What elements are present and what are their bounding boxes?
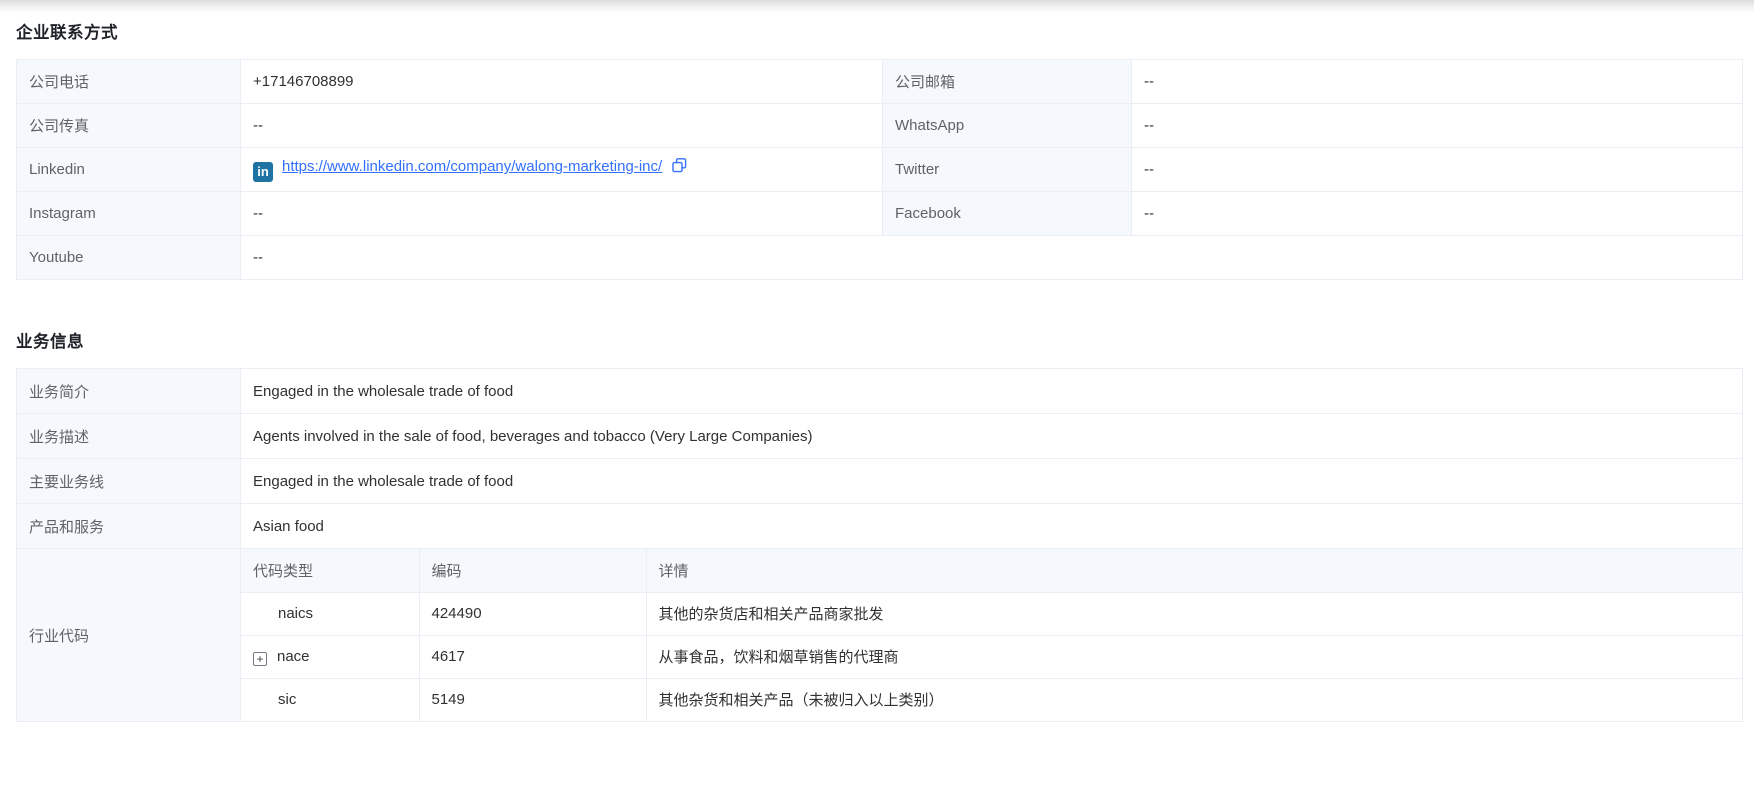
field-label-main-business-line: 主要业务线 (17, 459, 241, 504)
code-value-nace: 4617 (419, 635, 646, 678)
field-value-business-description: Agents involved in the sale of food, bev… (241, 414, 1743, 459)
field-label-whatsapp: WhatsApp (883, 104, 1132, 148)
field-label-business-description: 业务描述 (17, 414, 241, 459)
column-header-code: 编码 (419, 549, 646, 592)
table-row: 主要业务线 Engaged in the wholesale trade of … (17, 459, 1743, 504)
code-value-naics: 424490 (419, 592, 646, 635)
field-value-youtube: -- (241, 236, 1743, 280)
industry-codes-cell: 代码类型 编码 详情 naics 424490 其他的杂货店和相关产品商家批发 (241, 549, 1743, 722)
code-detail-sic: 其他杂货和相关产品（未被归入以上类别） (646, 678, 1742, 721)
field-label-instagram: Instagram (17, 192, 241, 236)
field-value-facebook: -- (1132, 192, 1743, 236)
business-info-table: 业务简介 Engaged in the wholesale trade of f… (16, 368, 1743, 722)
code-detail-nace: 从事食品，饮料和烟草销售的代理商 (646, 635, 1742, 678)
section-title-business: 业务信息 (16, 328, 1743, 352)
table-row: 业务描述 Agents involved in the sale of food… (17, 414, 1743, 459)
table-row: 行业代码 代码类型 编码 详情 naics 424490 (17, 549, 1743, 722)
code-type-nace: + nace (241, 635, 419, 678)
section-title-contact: 企业联系方式 (16, 19, 1743, 43)
field-value-phone: +17146708899 (241, 60, 883, 104)
expand-plus-icon[interactable]: + (253, 652, 267, 666)
field-value-whatsapp: -- (1132, 104, 1743, 148)
company-detail-page: 企业联系方式 公司电话 +17146708899 公司邮箱 -- 公司传真 --… (0, 13, 1754, 722)
field-label-business-brief: 业务简介 (17, 369, 241, 414)
field-value-business-brief: Engaged in the wholesale trade of food (241, 369, 1743, 414)
field-label-linkedin: Linkedin (17, 148, 241, 192)
column-header-detail: 详情 (646, 549, 1742, 592)
field-value-email: -- (1132, 60, 1743, 104)
code-type-naics: naics (241, 592, 419, 635)
field-value-fax: -- (241, 104, 883, 148)
table-row: 公司传真 -- WhatsApp -- (17, 104, 1743, 148)
table-row-sic: sic 5149 其他杂货和相关产品（未被归入以上类别） (241, 678, 1742, 721)
code-type-sic: sic (241, 678, 419, 721)
field-label-phone: 公司电话 (17, 60, 241, 104)
field-value-main-business-line: Engaged in the wholesale trade of food (241, 459, 1743, 504)
linkedin-link[interactable]: https://www.linkedin.com/company/walong-… (282, 158, 662, 175)
table-row: 产品和服务 Asian food (17, 504, 1743, 549)
field-label-fax: 公司传真 (17, 104, 241, 148)
field-label-youtube: Youtube (17, 236, 241, 280)
code-type-nace-label: nace (277, 648, 310, 665)
field-label-email: 公司邮箱 (883, 60, 1132, 104)
table-row: 业务简介 Engaged in the wholesale trade of f… (17, 369, 1743, 414)
table-row: Linkedin in https://www.linkedin.com/comp… (17, 148, 1743, 192)
column-header-code-type: 代码类型 (241, 549, 419, 592)
field-label-industry-codes: 行业代码 (17, 549, 241, 722)
field-value-instagram: -- (241, 192, 883, 236)
contact-table: 公司电话 +17146708899 公司邮箱 -- 公司传真 -- WhatsA… (16, 59, 1743, 280)
field-label-facebook: Facebook (883, 192, 1132, 236)
field-value-products-services: Asian food (241, 504, 1743, 549)
field-label-twitter: Twitter (883, 148, 1132, 192)
field-label-products-services: 产品和服务 (17, 504, 241, 549)
code-value-sic: 5149 (419, 678, 646, 721)
industry-codes-table: 代码类型 编码 详情 naics 424490 其他的杂货店和相关产品商家批发 (241, 549, 1742, 721)
table-row-naics: naics 424490 其他的杂货店和相关产品商家批发 (241, 592, 1742, 635)
top-scroll-shadow (0, 0, 1754, 13)
table-header-row: 代码类型 编码 详情 (241, 549, 1742, 592)
table-row-nace: + nace 4617 从事食品，饮料和烟草销售的代理商 (241, 635, 1742, 678)
copy-icon[interactable] (671, 157, 688, 174)
field-value-twitter: -- (1132, 148, 1743, 192)
table-row: Youtube -- (17, 236, 1743, 280)
linkedin-icon: in (253, 162, 273, 182)
table-row: 公司电话 +17146708899 公司邮箱 -- (17, 60, 1743, 104)
code-detail-naics: 其他的杂货店和相关产品商家批发 (646, 592, 1742, 635)
table-row: Instagram -- Facebook -- (17, 192, 1743, 236)
field-value-linkedin: in https://www.linkedin.com/company/walon… (241, 148, 883, 192)
